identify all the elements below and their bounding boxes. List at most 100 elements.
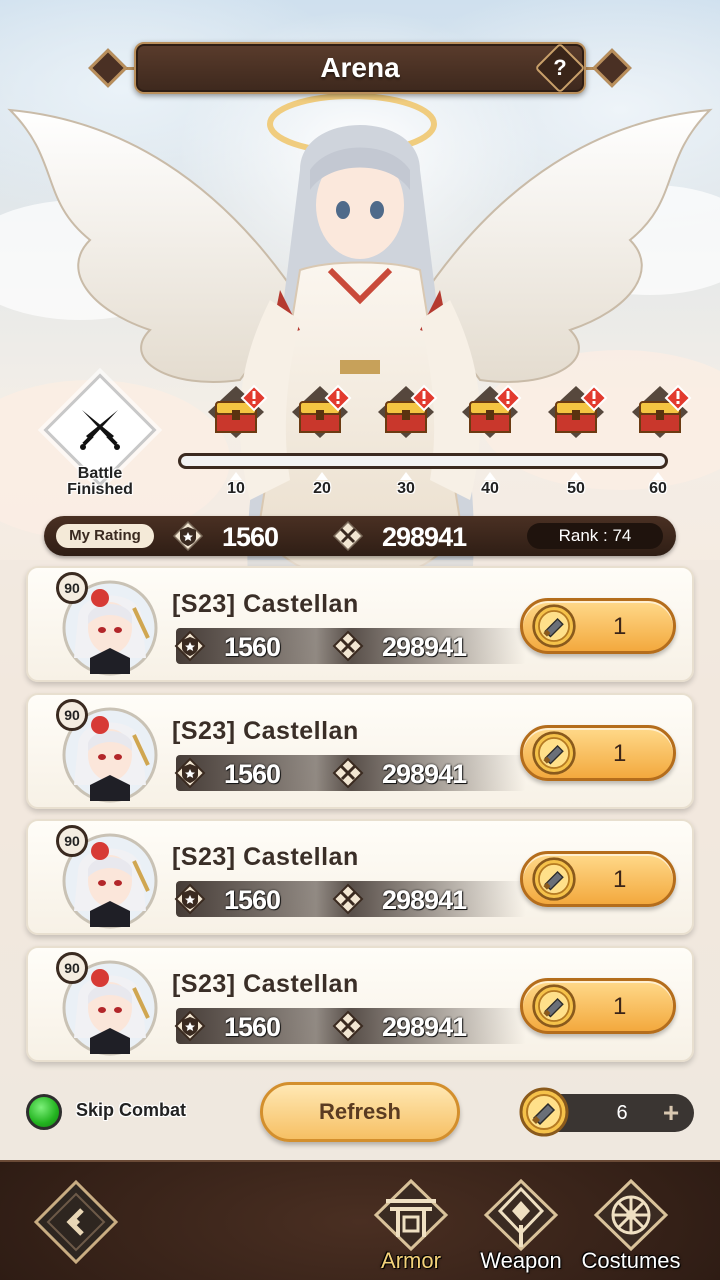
treasure-chest-icon [548, 384, 608, 438]
treasure-chest-icon [292, 384, 352, 438]
power-swords-icon [332, 883, 364, 915]
challenge-button[interactable]: 1 [520, 598, 676, 654]
treasure-chest-icon [462, 384, 522, 438]
reward-chest[interactable] [204, 384, 268, 440]
milestone-label: 40 [481, 480, 499, 497]
opponent-name: [S23] Castellan [172, 843, 359, 871]
opponent-name: [S23] Castellan [172, 590, 359, 618]
costume-emblem-icon [593, 1178, 669, 1252]
rating-shield-icon [174, 757, 206, 789]
opponent-stats: 1560 298941 [174, 628, 526, 664]
rank-pill: Rank : 74 [527, 523, 663, 549]
milestone-marker-icon [484, 472, 496, 480]
skip-combat-label[interactable]: Skip Combat [76, 1100, 186, 1121]
opponent-card: 90 [S23] Castellan 1560 298941 1 [26, 566, 694, 682]
milestone-label: 50 [567, 480, 585, 497]
arena-ticket-icon [532, 731, 576, 775]
progress-milestone: 50 [556, 472, 596, 498]
milestone-label: 10 [227, 480, 245, 497]
opponent-power: 298941 [382, 885, 467, 915]
opponent-stats: 1560 298941 [174, 1008, 526, 1044]
nav-item-label: Costumes [581, 1248, 681, 1273]
progress-bar [178, 453, 668, 469]
challenge-button[interactable]: 1 [520, 851, 676, 907]
opponent-level-badge: 90 [56, 699, 88, 731]
add-ticket-button[interactable]: + [656, 1094, 686, 1132]
my-rating-label: My Rating [56, 524, 154, 548]
my-power-value: 298941 [382, 522, 467, 552]
skip-combat-toggle[interactable] [26, 1094, 62, 1130]
back-button[interactable] [32, 1178, 120, 1266]
nav-item-label: Armor [381, 1248, 441, 1273]
milestone-label: 60 [649, 480, 667, 497]
nav-item-label: Weapon [480, 1248, 562, 1273]
opponent-name: [S23] Castellan [172, 717, 359, 745]
title-bar: Arena ? [86, 40, 634, 96]
challenge-button[interactable]: 1 [520, 725, 676, 781]
battle-status-label: Battle Finished [40, 466, 160, 498]
opponent-level-badge: 90 [56, 572, 88, 604]
arena-ticket-icon [532, 604, 576, 648]
opponent-power: 298941 [382, 1012, 467, 1042]
nav-item-armor[interactable]: Armor [356, 1172, 466, 1280]
progress-milestone: 30 [386, 472, 426, 498]
opponent-rating: 1560 [224, 885, 281, 915]
my-rating-value: 1560 [222, 522, 279, 552]
nav-item-weapon[interactable]: Weapon [466, 1172, 576, 1280]
milestone-label: 30 [397, 480, 415, 497]
battle-status-badge: Battle Finished [40, 373, 160, 498]
rating-shield-icon [174, 630, 206, 662]
rating-shield-icon [174, 1010, 206, 1042]
title-diamond-right [592, 48, 632, 88]
opponent-card: 90 [S23] Castellan 1560 298941 1 [26, 819, 694, 935]
opponent-power: 298941 [382, 632, 467, 662]
progress-milestone: 20 [302, 472, 342, 498]
challenge-cost: 1 [613, 866, 627, 893]
treasure-chest-icon [208, 384, 268, 438]
battle-status-line2: Finished [67, 481, 133, 498]
crossed-swords-icon [80, 410, 120, 450]
torii-gate-icon [373, 1178, 449, 1252]
challenge-button[interactable]: 1 [520, 978, 676, 1034]
arena-ticket-icon [532, 857, 576, 901]
arena-ticket-icon [519, 1087, 569, 1137]
milestone-marker-icon [230, 472, 242, 480]
opponent-level-badge: 90 [56, 825, 88, 857]
opponent-rating: 1560 [224, 1012, 281, 1042]
arena-ticket-icon [532, 984, 576, 1028]
opponent-level-badge: 90 [56, 952, 88, 984]
milestone-label: 20 [313, 480, 331, 497]
treasure-chest-icon [632, 384, 692, 438]
opponent-card: 90 [S23] Castellan 1560 298941 1 [26, 693, 694, 809]
progress-milestone: 40 [470, 472, 510, 498]
refresh-button[interactable]: Refresh [260, 1082, 460, 1142]
ticket-count: 6 [616, 1102, 628, 1124]
power-swords-icon [332, 757, 364, 789]
milestone-marker-icon [570, 472, 582, 480]
title-diamond-left [88, 48, 128, 88]
milestone-marker-icon [400, 472, 412, 480]
rating-shield-icon [172, 520, 204, 552]
challenge-cost: 1 [613, 993, 627, 1020]
power-swords-icon [332, 520, 364, 552]
reward-chest[interactable] [458, 384, 522, 440]
reward-chest[interactable] [628, 384, 692, 440]
power-swords-icon [332, 630, 364, 662]
opponent-rating: 1560 [224, 759, 281, 789]
opponent-card: 90 [S23] Castellan 1560 298941 1 [26, 946, 694, 1062]
help-icon[interactable]: ? [542, 50, 578, 86]
opponent-power: 298941 [382, 759, 467, 789]
battle-status-line1: Battle [77, 465, 123, 482]
nav-item-costumes[interactable]: Costumes [576, 1172, 686, 1280]
weapon-emblem-icon [483, 1178, 559, 1252]
reward-chest[interactable] [544, 384, 608, 440]
challenge-cost: 1 [613, 613, 627, 640]
opponent-rating: 1560 [224, 632, 281, 662]
opponent-stats: 1560 298941 [174, 755, 526, 791]
reward-chest[interactable] [288, 384, 352, 440]
reward-chest[interactable] [374, 384, 438, 440]
my-rating-bar: My Rating 1560 298941 Rank : 74 [44, 516, 676, 556]
rating-shield-icon [174, 883, 206, 915]
challenge-cost: 1 [613, 740, 627, 767]
milestone-marker-icon [652, 472, 664, 480]
